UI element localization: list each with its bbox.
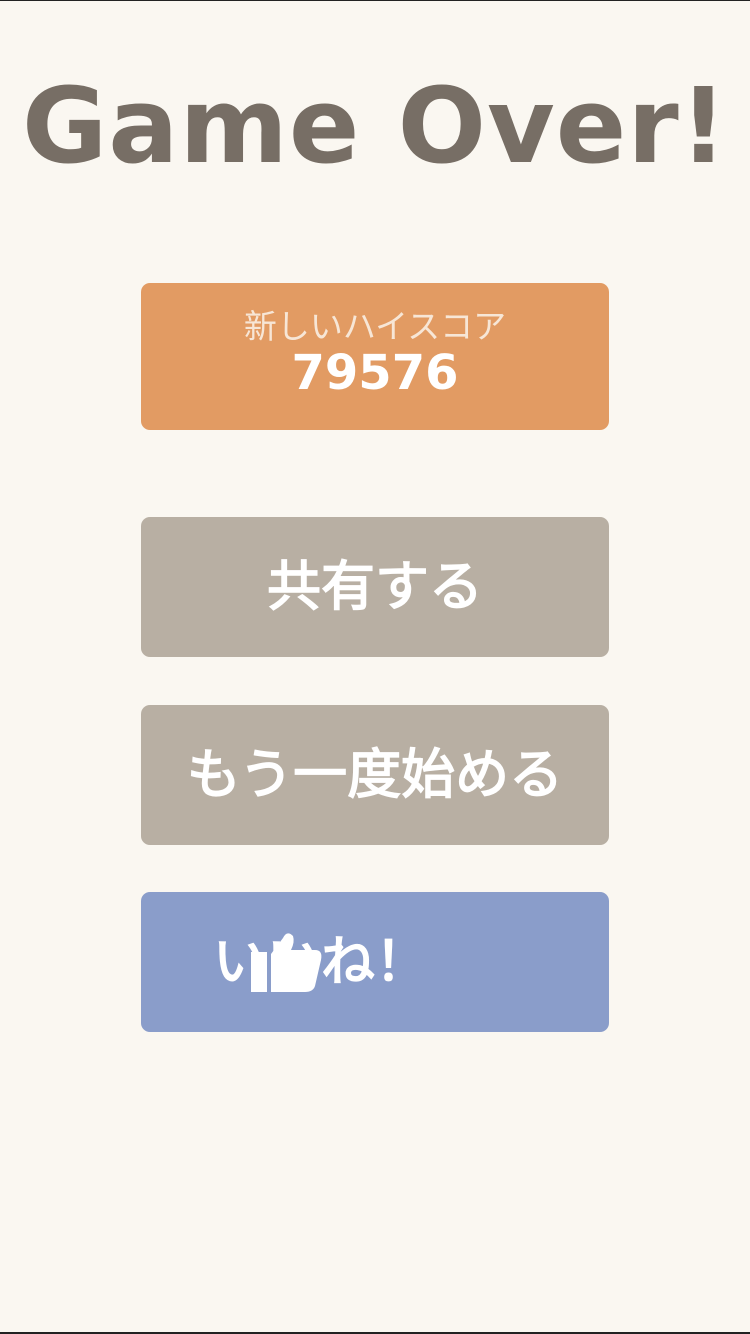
high-score-value: 79576 <box>291 345 459 401</box>
game-over-title: Game Over! <box>21 65 729 187</box>
top-border <box>0 0 750 1</box>
high-score-label: 新しいハイスコア <box>243 307 507 346</box>
retry-button[interactable]: もう一度始める <box>141 705 609 845</box>
high-score-panel: 新しいハイスコア 79576 <box>141 283 609 430</box>
thumbs-up-icon <box>251 933 322 992</box>
like-button[interactable]: いいね！ <box>141 892 609 1032</box>
share-button[interactable]: 共有する <box>141 517 609 657</box>
